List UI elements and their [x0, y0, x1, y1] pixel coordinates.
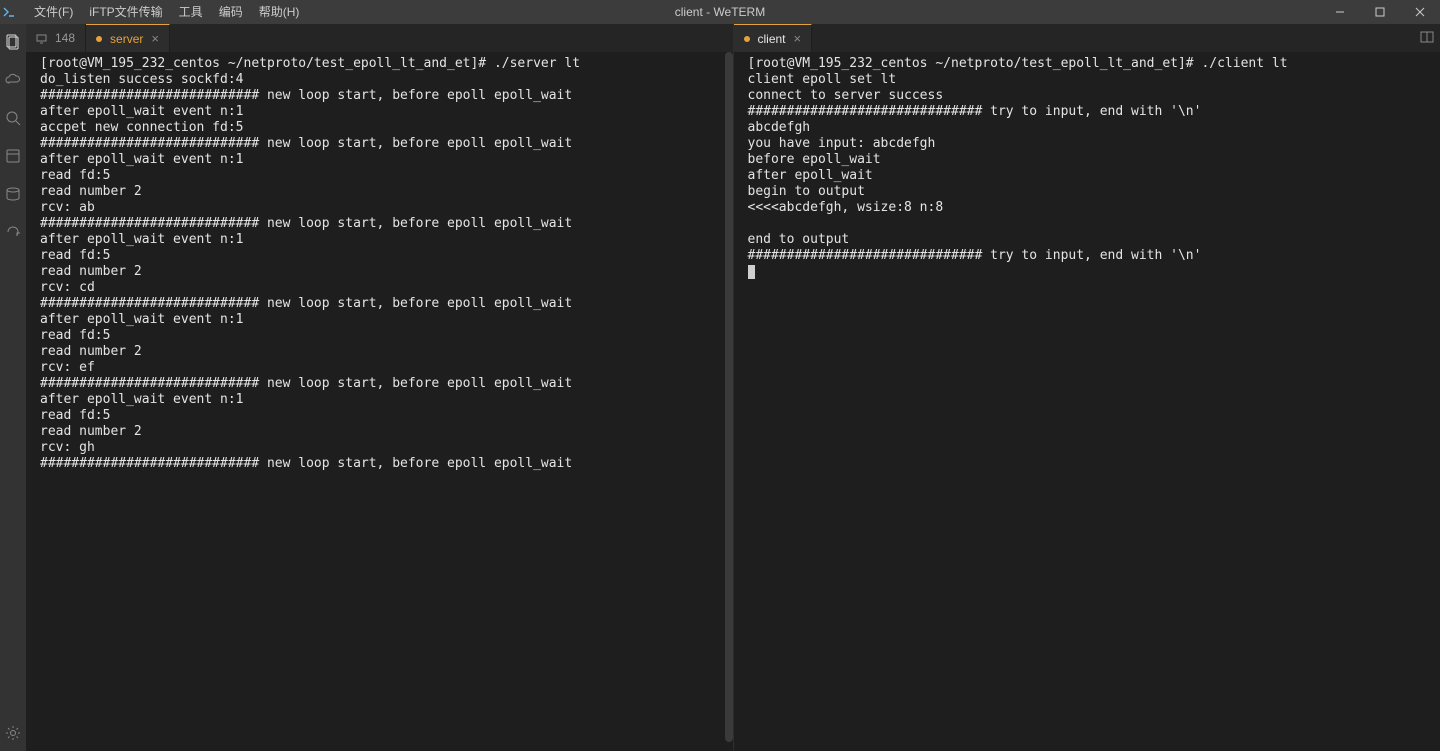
refresh-icon[interactable] [1, 220, 25, 244]
terminal-left[interactable]: [root@VM_195_232_centos ~/netproto/test_… [26, 52, 733, 751]
close-icon[interactable]: × [794, 31, 802, 46]
menu-transfer[interactable]: iFTP文件传输 [81, 0, 170, 24]
tab-client[interactable]: client × [734, 24, 813, 52]
title-bar: 文件(F) iFTP文件传输 工具 编码 帮助(H) client - WeTE… [0, 0, 1440, 24]
menu-help[interactable]: 帮助(H) [251, 0, 308, 24]
split-panes: 148 server × [root@VM_195_232_centos ~/n… [26, 24, 1440, 751]
menu-encoding[interactable]: 编码 [211, 0, 251, 24]
menu-bar: 文件(F) iFTP文件传输 工具 编码 帮助(H) [18, 0, 307, 24]
window-title: client - WeTERM [675, 5, 765, 19]
tab-label: 148 [55, 31, 75, 45]
cursor [748, 265, 755, 279]
tab-148[interactable]: 148 [26, 24, 86, 52]
tabbar-left: 148 server × [26, 24, 733, 52]
scrollbar[interactable] [723, 52, 733, 751]
app-icon [0, 0, 18, 24]
bookmark-icon[interactable] [1, 144, 25, 168]
activity-bar [0, 24, 26, 751]
tab-label: server [110, 32, 143, 46]
maximize-button[interactable] [1360, 0, 1400, 24]
menu-tools[interactable]: 工具 [171, 0, 211, 24]
tab-label: client [758, 32, 786, 46]
pane-right: client × [root@VM_195_232_centos ~/netpr… [734, 24, 1440, 751]
close-button[interactable] [1400, 0, 1440, 24]
pane-left: 148 server × [root@VM_195_232_centos ~/n… [26, 24, 734, 751]
tab-server[interactable]: server × [86, 24, 170, 52]
status-dot-icon [744, 36, 750, 42]
status-dot-icon [96, 36, 102, 42]
host-icon [36, 33, 47, 44]
database-icon[interactable] [1, 182, 25, 206]
tabbar-right-icons [1420, 24, 1440, 52]
main-area: 148 server × [root@VM_195_232_centos ~/n… [0, 24, 1440, 751]
terminal-output: [root@VM_195_232_centos ~/netproto/test_… [40, 56, 727, 472]
split-layout-icon[interactable] [1420, 30, 1434, 47]
terminal-right[interactable]: [root@VM_195_232_centos ~/netproto/test_… [734, 52, 1440, 751]
search-icon[interactable] [1, 106, 25, 130]
window-controls [1320, 0, 1440, 24]
settings-icon[interactable] [1, 721, 25, 745]
terminal-output: [root@VM_195_232_centos ~/netproto/test_… [748, 56, 1435, 280]
explorer-icon[interactable] [1, 30, 25, 54]
tabbar-right: client × [734, 24, 1440, 52]
close-icon[interactable]: × [151, 31, 159, 46]
menu-file[interactable]: 文件(F) [26, 0, 81, 24]
minimize-button[interactable] [1320, 0, 1360, 24]
cloud-icon[interactable] [1, 68, 25, 92]
scroll-thumb[interactable] [725, 52, 733, 742]
